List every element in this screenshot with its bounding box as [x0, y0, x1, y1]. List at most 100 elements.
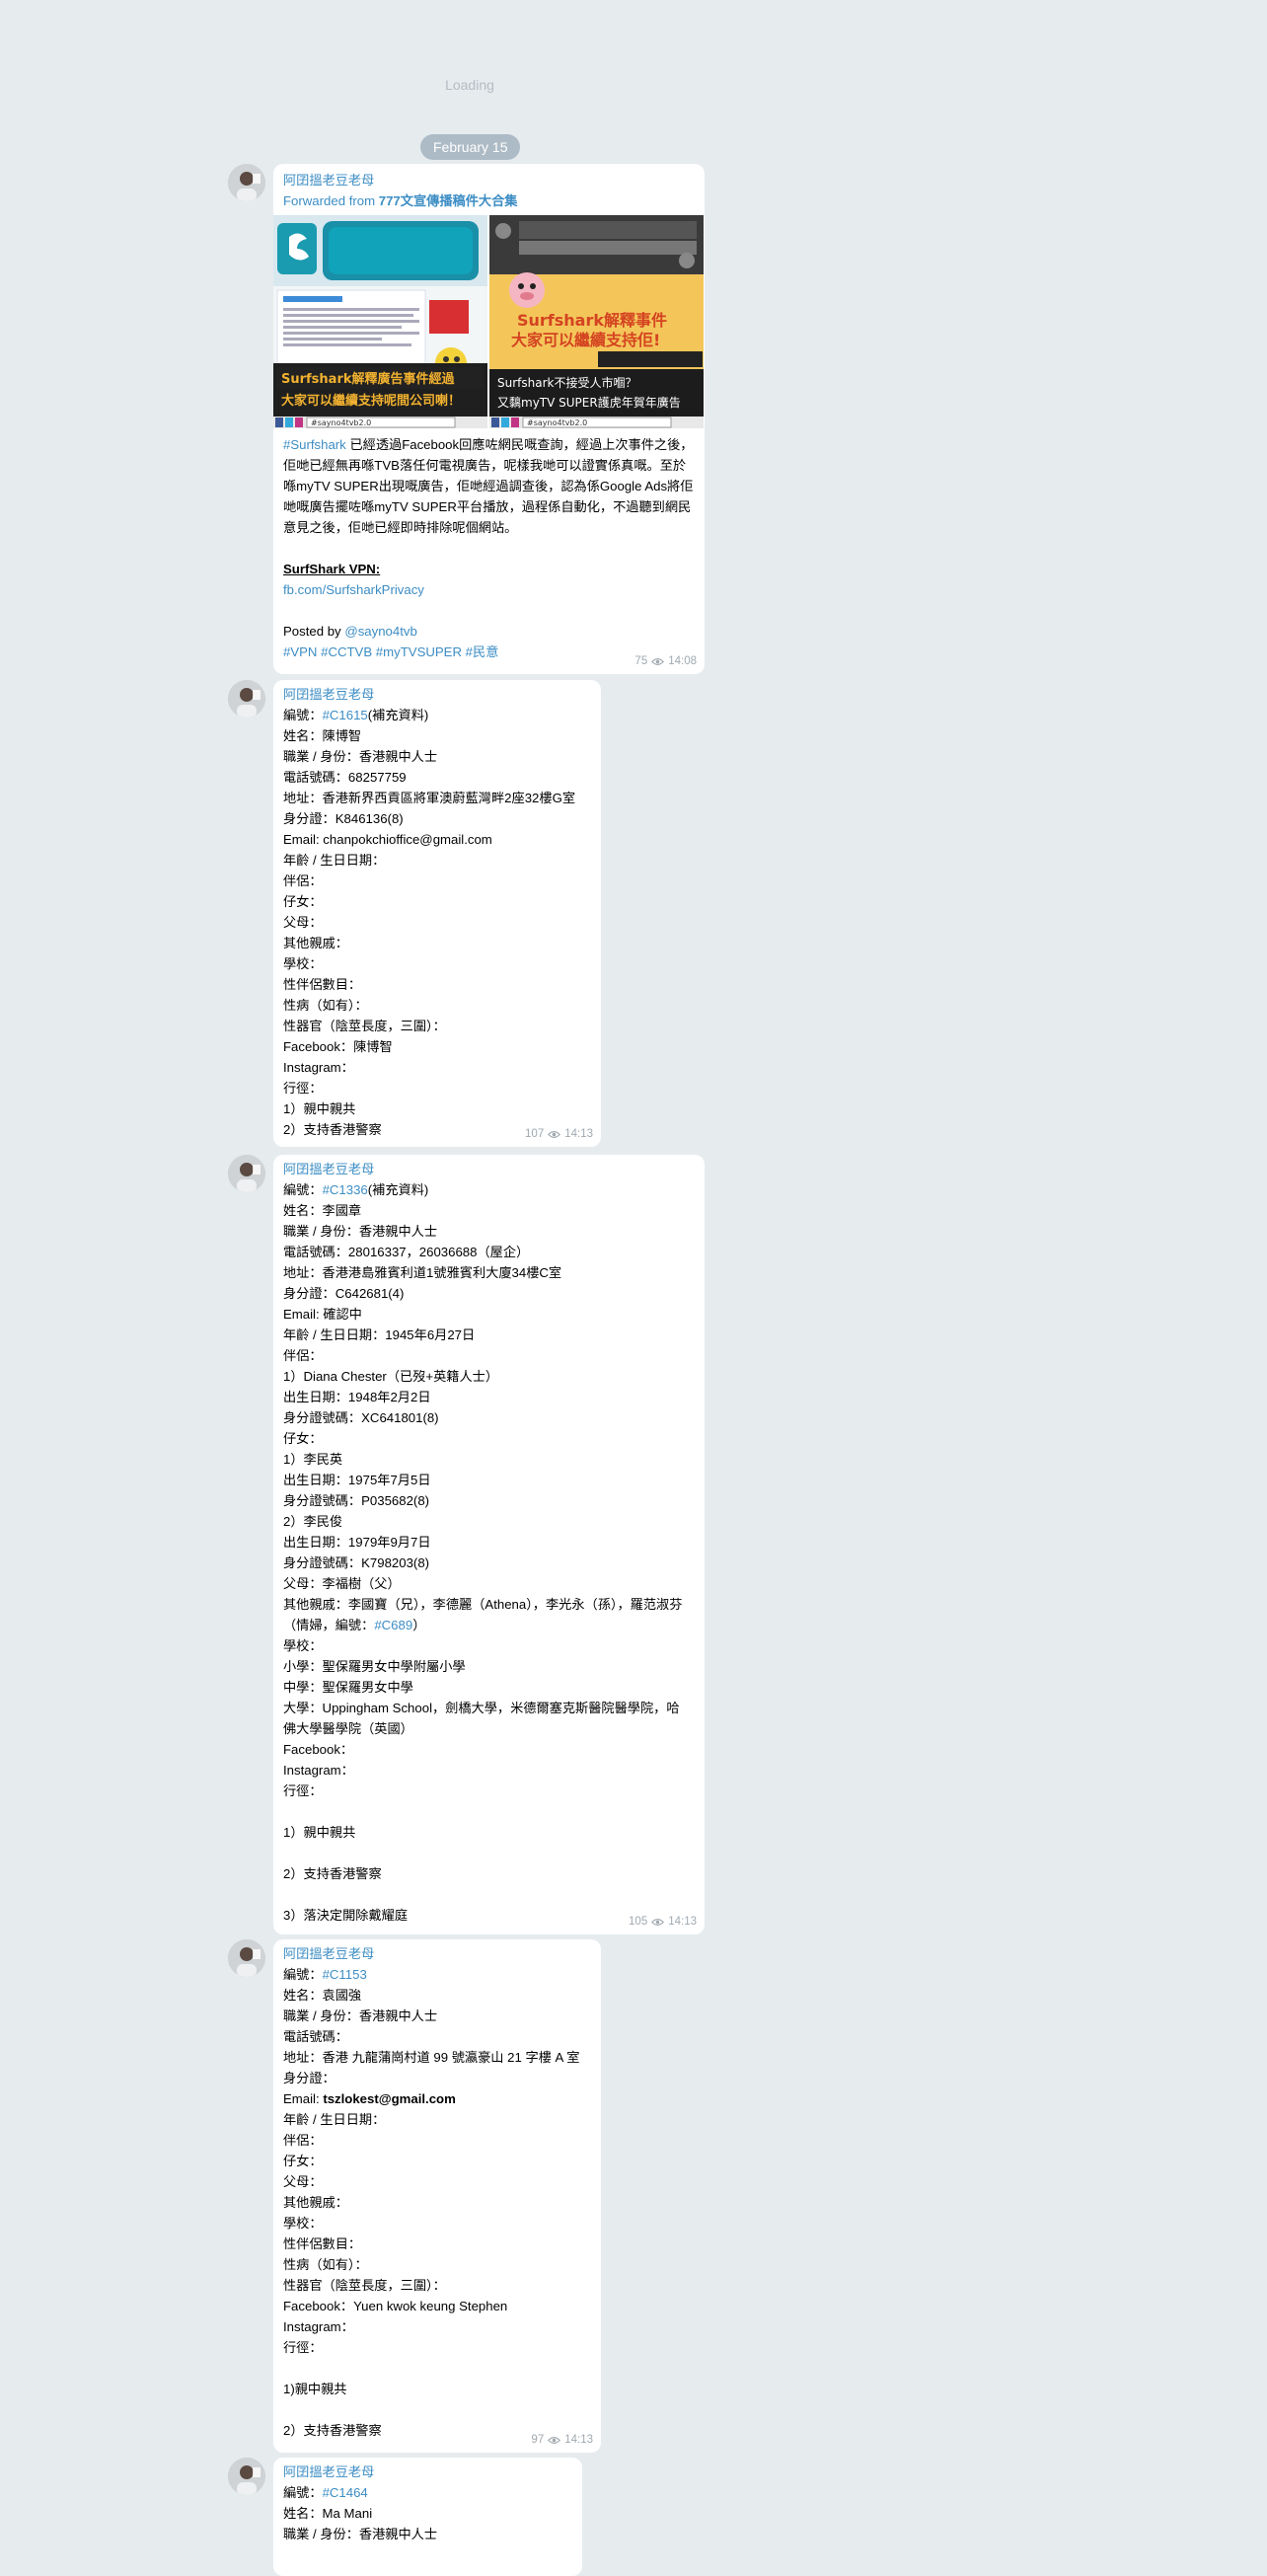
record-line: 小學：聖保羅男女中學附屬小學: [283, 1659, 466, 1674]
hashtags[interactable]: #VPN #CCTVB #myTVSUPER #民意: [283, 642, 695, 662]
message-time: 14:08: [668, 655, 697, 667]
record-line: 性病（如有）：: [283, 998, 368, 1013]
message-time: 14:13: [668, 1916, 697, 1928]
record-line: 行徑：: [283, 1081, 323, 1096]
view-count: 97: [531, 2434, 545, 2446]
record-line: 年齡 / 生日日期：1945年6月27日: [283, 1327, 476, 1342]
email-value[interactable]: tszlokest@gmail.com: [323, 2091, 456, 2106]
eye-icon: [651, 658, 665, 665]
message-bubble: 阿囝搵老豆老母 編號：#C1153 姓名：袁國強 職業 / 身份：香港親中人士 電話…: [273, 1939, 601, 2453]
record-line: [283, 2399, 591, 2420]
avatar-image: [228, 2458, 265, 2495]
record-lines: 姓名：李國章 職業 / 身份：香港親中人士 電話號碼：28016337，260366…: [283, 1200, 695, 1594]
record-line: 電話號碼：28016337，26036688（屋企）: [283, 1245, 530, 1259]
record-line: 1）李民英: [283, 1452, 343, 1467]
record-line: 職業 / 身份：香港親中人士: [283, 749, 438, 764]
record-tag-link[interactable]: #C689: [374, 1618, 412, 1632]
message-author[interactable]: 阿囝搵老豆老母: [283, 170, 695, 190]
message-author[interactable]: 阿囝搵老豆老母: [283, 684, 591, 705]
message-meta: 75 14:08: [634, 651, 697, 672]
record-line: 身分證：K846136(8): [283, 811, 404, 826]
posted-by: Posted by @sayno4tvb: [283, 624, 417, 639]
vpn-heading: SurfShark VPN:: [283, 562, 381, 576]
record-line: 伴侶：: [283, 1348, 323, 1363]
message-bubble: 阿囝搵老豆老母 編號：#C1336(補充資料) 姓名：李國章 職業 / 身份：香港…: [273, 1155, 705, 1934]
record-line: 身分證號碼：K798203(8): [283, 1555, 430, 1570]
avatar[interactable]: [228, 1939, 265, 1977]
record-lines: 姓名：Ma Mani 職業 / 身份：香港親中人士: [283, 2503, 572, 2544]
record-line: 出生日期：1979年9月7日: [283, 1535, 431, 1550]
record-line: 學校：: [283, 956, 323, 971]
record-line: 出生日期：1948年2月2日: [283, 1390, 431, 1404]
record-tag-link[interactable]: #C1336: [323, 1182, 368, 1197]
record-line: 年齡 / 生日日期：: [283, 2112, 386, 2127]
record-line: 仔女：: [283, 1431, 323, 1446]
record-tag-link[interactable]: #C1153: [323, 1967, 367, 1982]
record-line: 學校：: [283, 1638, 323, 1653]
loading-indicator: Loading: [445, 77, 494, 93]
media-album[interactable]: Surfshark解釋廣告事件經過 大家可以繼續支持呢間公司喇！ #sayno4…: [273, 215, 705, 428]
message-author[interactable]: 阿囝搵老豆老母: [283, 2462, 572, 2482]
record-line: 伴侶：: [283, 2133, 323, 2148]
record-line: 仔女：: [283, 894, 323, 909]
svg-text:大家可以繼續支持呢間公司喇！: 大家可以繼續支持呢間公司喇！: [281, 393, 461, 409]
email-line: Email: tszlokest@gmail.com: [283, 2091, 456, 2106]
record-line: 出生日期：1975年7月5日: [283, 1473, 431, 1487]
record-lines: 姓名：陳博智職業 / 身份：香港親中人士 電話號碼：68257759 地址：香港新界…: [283, 725, 591, 1140]
vpn-link[interactable]: fb.com/SurfsharkPrivacy: [283, 579, 695, 600]
record-line: 1）親中親共: [283, 1101, 356, 1116]
avatar[interactable]: [228, 680, 265, 718]
record-line: 電話號碼：68257759: [283, 770, 407, 785]
message-author[interactable]: 阿囝搵老豆老母: [283, 1159, 695, 1179]
photo-2[interactable]: Surfshark解釋事件 大家可以繼續支持佢! Surfshark不接受人市嗰…: [489, 215, 704, 428]
avatar-image: [228, 164, 265, 201]
message-meta: 107 14:13: [525, 1124, 593, 1145]
record-tag-link[interactable]: #C1615: [323, 708, 368, 722]
avatar[interactable]: [228, 1155, 265, 1192]
record-line: 行徑：: [283, 1783, 323, 1798]
record-id-line: 編號：#C1336(補充資料): [283, 1182, 429, 1197]
record-line: 父母：: [283, 2174, 323, 2189]
record-lines: Facebook： Instagram： 行徑： 1）親中親共 2）支持香港警察 3…: [283, 1739, 695, 1926]
record-id-line: 編號：#C1464: [283, 2485, 368, 2500]
svg-text:#sayno4tvb2.0: #sayno4tvb2.0: [527, 418, 587, 427]
svg-text:Surfshark解釋事件: Surfshark解釋事件: [517, 311, 667, 330]
record-line: Facebook：Yuen kwok keung Stephen: [283, 2299, 508, 2313]
record-line: 性伴侶數目：: [283, 977, 362, 992]
record-lines: 學校： 小學：聖保羅男女中學附屬小學 中學：聖保羅男女中學: [283, 1635, 695, 1698]
record-line: 地址：香港新界西貢區將軍澳蔚藍灣畔2座32樓G室: [283, 791, 576, 805]
record-tag-link[interactable]: #C1464: [323, 2485, 368, 2500]
record-line: 1)親中親共: [283, 2382, 347, 2396]
record-line: Instagram：: [283, 2319, 354, 2334]
record-line: 2）支持香港警察: [283, 1866, 382, 1881]
record-line: [283, 1801, 695, 1822]
record-line: 行徑：: [283, 2340, 323, 2355]
record-id-line: 編號：#C1615(補充資料): [283, 708, 429, 722]
message-time: 14:13: [564, 2434, 593, 2446]
record-id-line: 編號：#C1153: [283, 1967, 367, 1982]
relatives-line: 其他親戚：李國寶（兄），李德麗（Athena），李光永（孫），羅范淑芬（情婦，編…: [283, 1597, 683, 1632]
eye-icon: [651, 1919, 665, 1926]
record-line: 姓名：陳博智: [283, 728, 362, 743]
avatar[interactable]: [228, 2458, 265, 2495]
record-line: 父母：: [283, 915, 323, 930]
record-line: 姓名：袁國強: [283, 1988, 362, 2003]
posted-by-handle[interactable]: @sayno4tvb: [344, 624, 417, 639]
record-line: 其他親戚：: [283, 2195, 348, 2210]
record-line: 地址：香港 九龍蒲崗村道 99 號瀛豪山 21 字樓 A 室: [283, 2050, 580, 2065]
message-author[interactable]: 阿囝搵老豆老母: [283, 1943, 591, 1964]
record-line: 2）李民俊: [283, 1514, 343, 1529]
hashtag-link[interactable]: #Surfshark: [283, 437, 346, 452]
forwarded-from[interactable]: Forwarded from 777文宣傳播稿件大合集: [283, 190, 695, 211]
message-meta: 97 14:13: [531, 2430, 593, 2451]
message-bubble: 阿囝搵老豆老母 編號：#C1615(補充資料) 姓名：陳博智職業 / 身份：香港…: [273, 680, 601, 1147]
record-lines: 年齡 / 生日日期： 伴侶： 仔女： 父母： 其他親戚： 學校： 性伴侶數目： 性病（如有）：…: [283, 2109, 591, 2441]
record-line: 性病（如有）：: [283, 2257, 368, 2272]
view-count: 107: [525, 1128, 545, 1140]
record-line: 職業 / 身份：香港親中人士: [283, 2008, 438, 2023]
record-line: 性器官（陰莖長度，三圍）：: [283, 1019, 446, 1033]
photo-1[interactable]: Surfshark解釋廣告事件經過 大家可以繼續支持呢間公司喇！ #sayno4…: [273, 215, 487, 428]
record-line: Email: 確認中: [283, 1307, 362, 1322]
avatar[interactable]: [228, 164, 265, 201]
record-line: Instagram：: [283, 1763, 354, 1778]
